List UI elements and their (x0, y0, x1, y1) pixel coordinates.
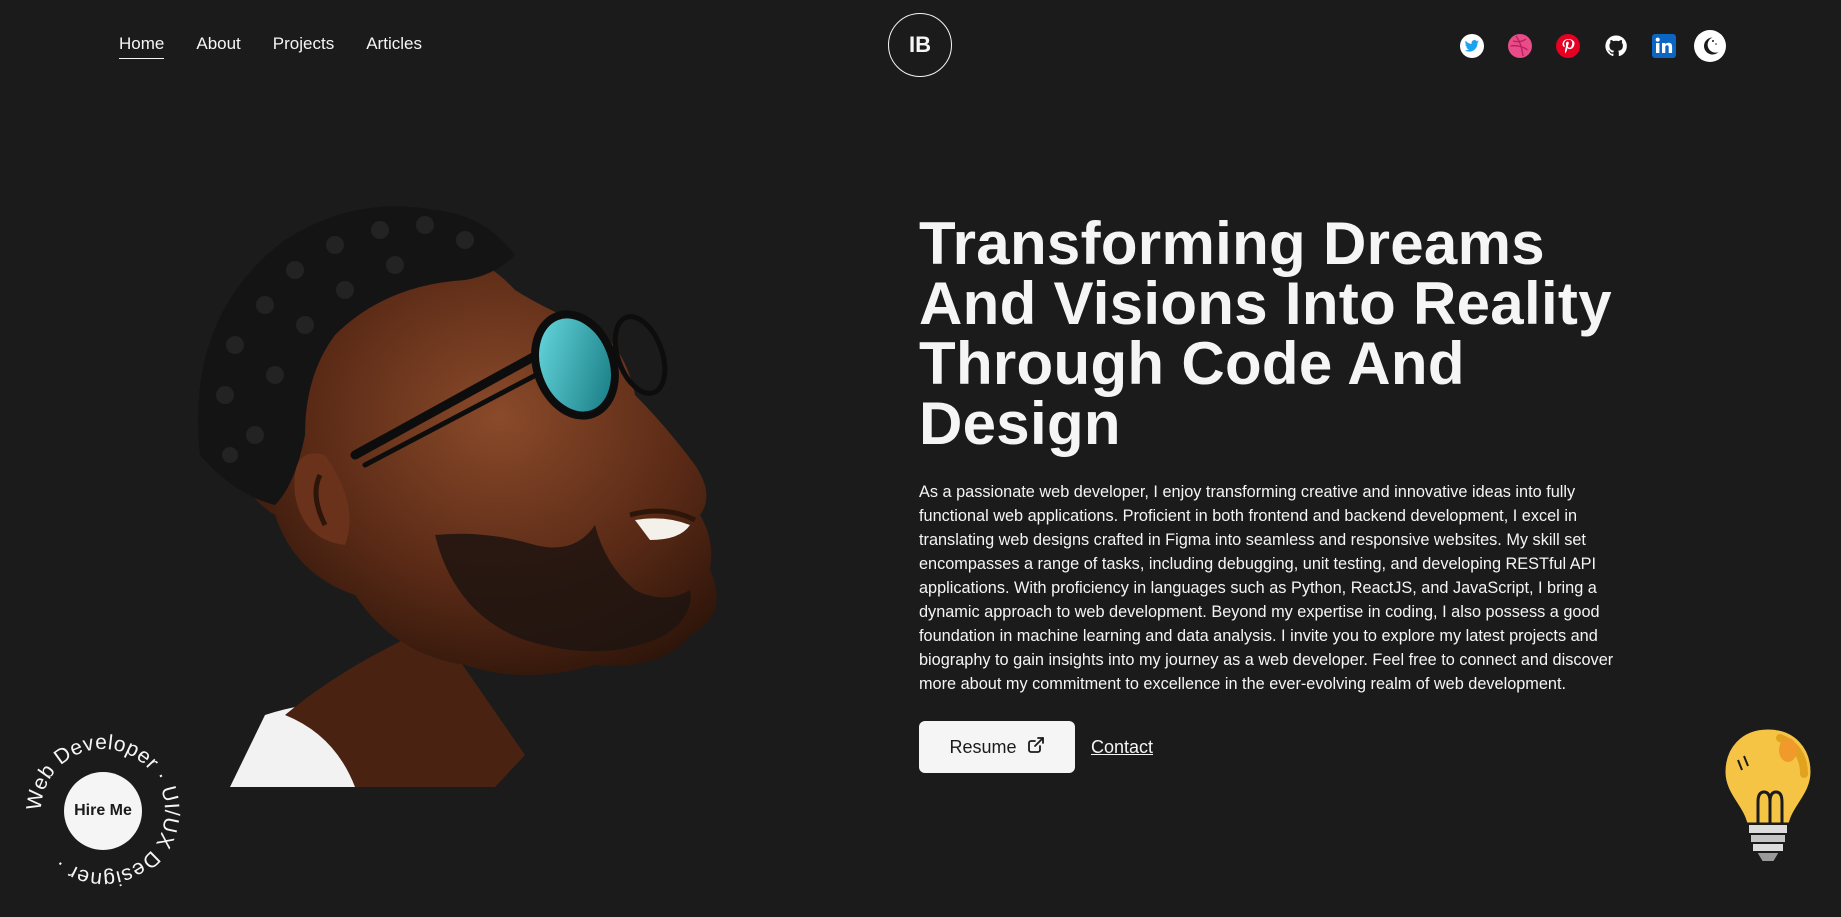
github-icon[interactable] (1602, 32, 1630, 60)
nav-link-about[interactable]: About (196, 34, 240, 59)
hero-title-line: Through Code And (919, 330, 1465, 397)
resume-button[interactable]: Resume (919, 721, 1075, 773)
moon-icon[interactable] (1694, 30, 1726, 62)
pinterest-icon[interactable] (1554, 32, 1582, 60)
hero-description-line: functional web applications. Proficient … (919, 507, 1577, 525)
hire-me-badge: Web Developer · UI/UX Designer · Hire Me (20, 728, 186, 894)
hero-description-line: biography to gain insights into my journ… (919, 651, 1614, 669)
hero-description-line: As a passionate web developer, I enjoy t… (919, 483, 1576, 501)
nav-link-articles[interactable]: Articles (366, 34, 422, 59)
hero-description-line: foundation in machine learning and data … (919, 627, 1598, 645)
hero-description: As a passionate web developer, I enjoy t… (919, 480, 1709, 696)
hero-description-line: applications. With proficiency in langua… (919, 579, 1597, 597)
hero-title-line: And Visions Into Reality (919, 270, 1612, 337)
linkedin-icon[interactable] (1650, 32, 1678, 60)
hero-description-line: dynamic approach to web development. Bey… (919, 603, 1600, 621)
social-links (1458, 30, 1726, 62)
hero-title: Transforming Dreams And Visions Into Rea… (919, 214, 1719, 454)
contact-link[interactable]: Contact (1091, 737, 1153, 758)
profile-portrait (198, 206, 717, 787)
hero-description-line: encompasses a range of tasks, including … (919, 555, 1597, 573)
external-link-icon (1027, 736, 1045, 759)
hero-actions: Resume Contact (919, 721, 1153, 773)
nav-link-projects[interactable]: Projects (273, 34, 334, 59)
resume-button-label: Resume (949, 736, 1017, 757)
twitter-icon[interactable] (1458, 32, 1486, 60)
hero-description-line: more about my commitment to excellence i… (919, 675, 1567, 693)
lightbulb-icon (1722, 726, 1814, 863)
dribbble-icon[interactable] (1506, 32, 1534, 60)
hero-title-line: Transforming Dreams (919, 210, 1545, 277)
site-logo[interactable]: IB (888, 13, 952, 77)
nav-link-home[interactable]: Home (119, 34, 165, 59)
hero-description-line: translating web designs crafted in Figma… (919, 531, 1586, 549)
hero-title-line: Design (919, 390, 1121, 457)
hire-me-button[interactable]: Hire Me (64, 772, 142, 850)
main-nav: Home About Projects Articles (119, 34, 422, 59)
